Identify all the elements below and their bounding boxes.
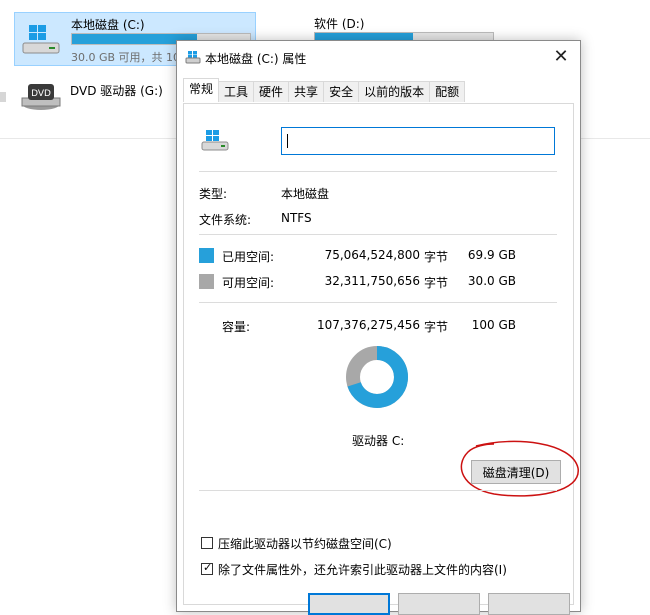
dvd-label: DVD xyxy=(31,89,51,99)
free-space-size: 30.0 GB xyxy=(467,274,516,288)
tab-strip: 常规 工具 硬件 共享 安全 以前的版本 配额 xyxy=(183,78,466,103)
used-space-unit: 字节 xyxy=(424,250,449,264)
separator xyxy=(199,171,557,172)
used-space-bytes: 75,064,524,800 xyxy=(324,248,420,262)
capacity-unit: 字节 xyxy=(424,320,449,334)
text-caret xyxy=(287,134,288,148)
free-space-label: 可用空间: xyxy=(222,276,275,290)
check-icon: ✓ xyxy=(203,561,213,574)
filesystem-label: 文件系统: xyxy=(199,213,252,227)
capacity-bytes: 107,376,275,456 xyxy=(316,318,420,332)
tab-quota[interactable]: 配额 xyxy=(429,81,466,102)
hard-drive-icon xyxy=(201,130,229,151)
capacity-label: 容量: xyxy=(222,320,251,334)
used-space-swatch xyxy=(199,248,214,263)
dialog-title: 本地磁盘 (C:) 属性 xyxy=(205,52,307,66)
tab-sharing[interactable]: 共享 xyxy=(288,81,325,102)
index-checkbox-label[interactable]: 除了文件属性外，还允许索引此驱动器上文件的内容(I) xyxy=(218,561,507,578)
separator xyxy=(199,302,557,303)
used-space-size: 69.9 GB xyxy=(467,248,516,262)
close-button[interactable]: ✕ xyxy=(550,46,572,68)
drive-name: 本地磁盘 (C:) xyxy=(71,18,145,32)
free-space-unit: 字节 xyxy=(424,276,449,290)
used-space-label: 已用空间: xyxy=(222,250,275,264)
scroll-marker xyxy=(0,92,6,102)
free-space-swatch xyxy=(199,274,214,289)
tab-previous-versions[interactable]: 以前的版本 xyxy=(358,81,431,102)
hard-drive-icon xyxy=(22,25,60,54)
drive-name: 软件 (D:) xyxy=(314,17,365,31)
disk-usage-donut xyxy=(346,346,408,408)
free-space-bytes: 32,311,750,656 xyxy=(324,274,420,288)
drive-name-input[interactable] xyxy=(281,127,555,155)
disk-cleanup-button[interactable]: 磁盘清理(D) xyxy=(471,460,561,484)
capacity-size: 100 GB xyxy=(471,318,516,332)
tab-tools[interactable]: 工具 xyxy=(218,81,255,102)
type-value: 本地磁盘 xyxy=(281,187,330,201)
compress-checkbox-label[interactable]: 压缩此驱动器以节约磁盘空间(C) xyxy=(218,535,392,552)
tab-general[interactable]: 常规 xyxy=(183,78,220,102)
separator xyxy=(199,490,557,491)
cancel-button[interactable] xyxy=(398,593,480,615)
filesystem-value: NTFS xyxy=(281,211,312,225)
properties-dialog: 本地磁盘 (C:) 属性 ✕ 常规 工具 硬件 共享 安全 以前的版本 配额 类… xyxy=(176,40,581,615)
general-tab-panel: 类型: 本地磁盘 文件系统: NTFS 已用空间: 75,064,524,800… xyxy=(183,103,579,605)
ok-button[interactable] xyxy=(308,593,390,615)
index-checkbox[interactable]: ✓ xyxy=(201,561,213,575)
drive-name: DVD 驱动器 (G:) xyxy=(70,84,163,98)
tab-security[interactable]: 安全 xyxy=(323,81,360,102)
drive-free-text: 30.0 GB 可用，共 10 xyxy=(71,51,181,64)
apply-button[interactable] xyxy=(488,593,570,615)
compress-checkbox[interactable] xyxy=(201,537,213,549)
drive-title-icon xyxy=(185,51,201,64)
dvd-drive-icon: DVD xyxy=(21,84,61,110)
type-label: 类型: xyxy=(199,187,228,201)
dialog-titlebar[interactable]: 本地磁盘 (C:) 属性 ✕ xyxy=(177,41,580,73)
tab-hardware[interactable]: 硬件 xyxy=(253,81,290,102)
separator xyxy=(199,234,557,235)
drive-letter-label: 驱动器 C: xyxy=(352,434,405,448)
